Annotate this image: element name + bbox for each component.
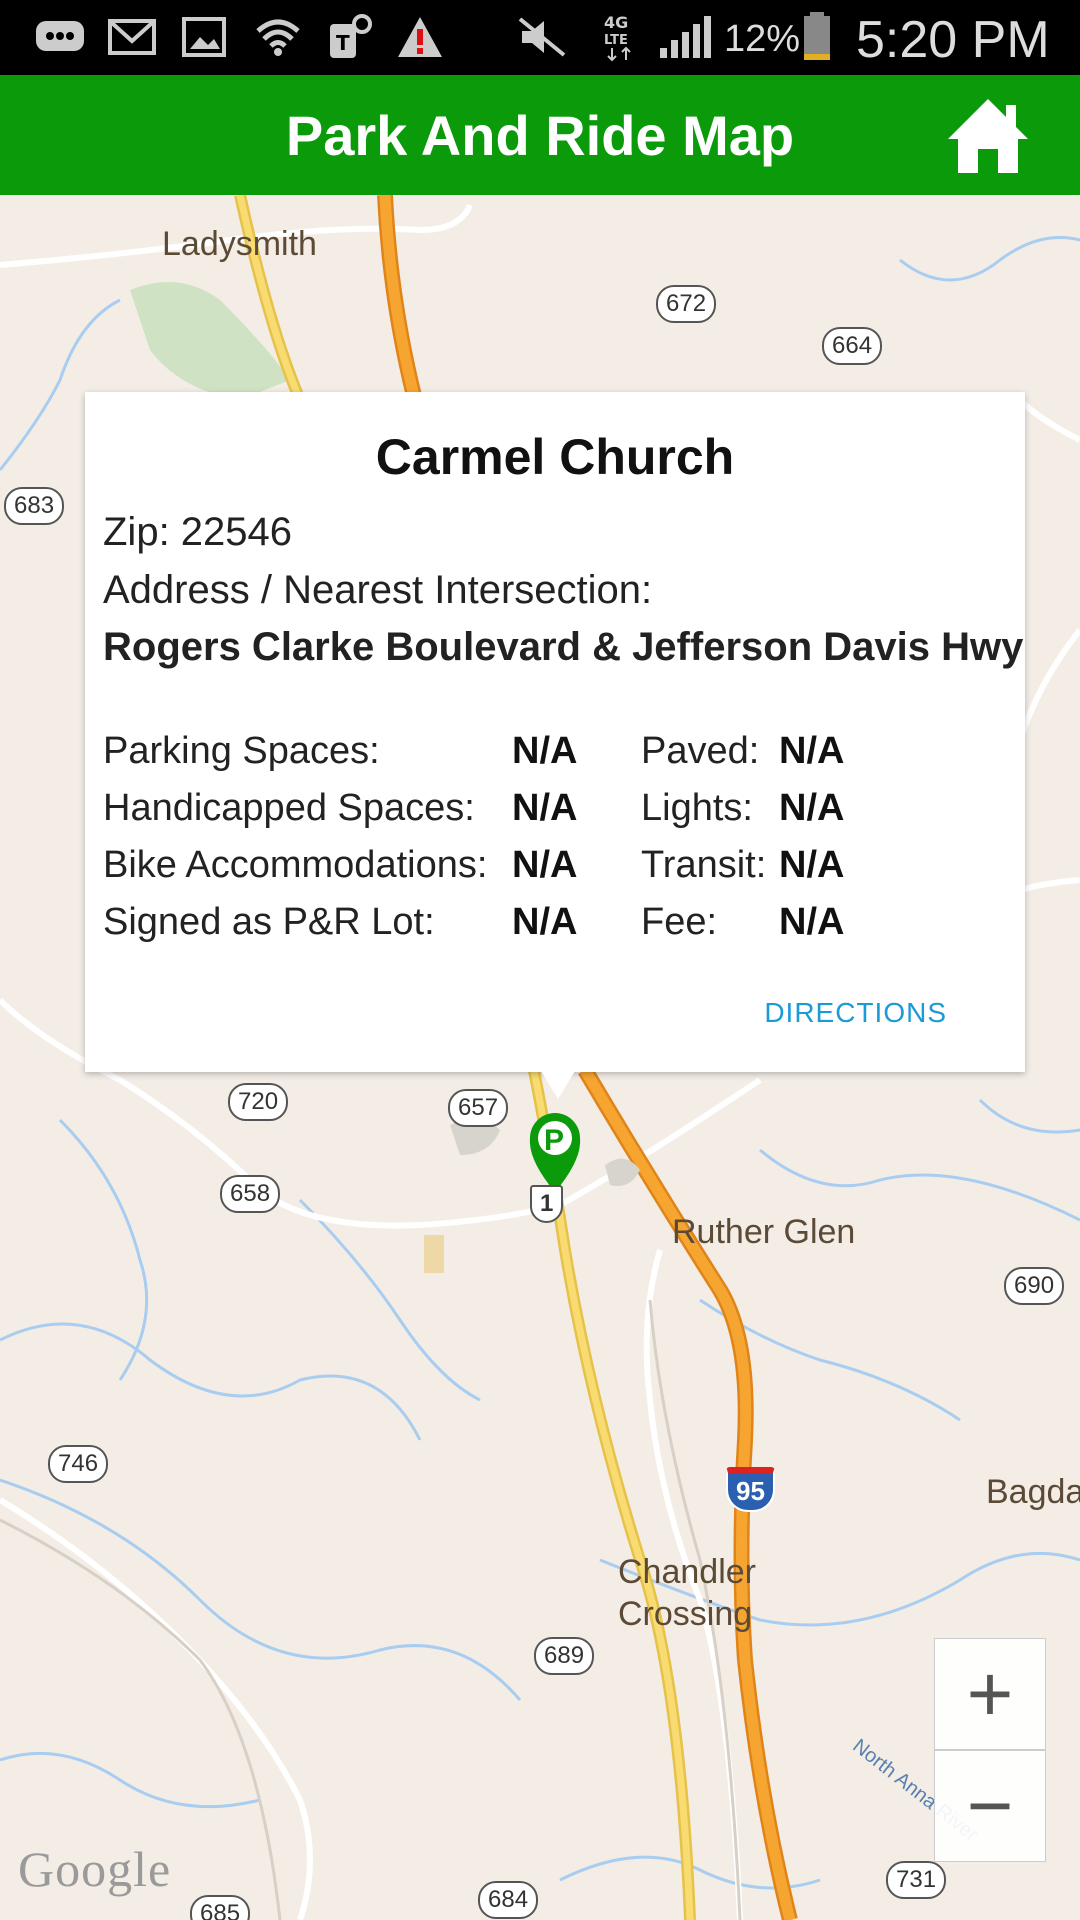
app-bar: Park And Ride Map bbox=[0, 75, 1080, 195]
detail-value: N/A bbox=[779, 844, 845, 886]
route-shield: 672 bbox=[656, 285, 717, 323]
interstate-shield: 95 bbox=[726, 1467, 775, 1512]
signal-icon bbox=[658, 14, 712, 60]
google-attribution: Google bbox=[18, 1841, 172, 1897]
wifi-icon bbox=[254, 14, 302, 60]
place-label: Chandler bbox=[618, 1553, 756, 1591]
tmobile-icon: T bbox=[326, 14, 374, 60]
detail-value: N/A bbox=[779, 730, 845, 772]
place-label: Bagda bbox=[986, 1473, 1080, 1511]
detail-label: Parking Spaces: bbox=[103, 730, 380, 772]
detail-value: N/A bbox=[779, 787, 845, 829]
home-button[interactable] bbox=[946, 95, 1030, 175]
mute-icon bbox=[516, 14, 568, 60]
svg-text:LTE: LTE bbox=[604, 33, 628, 48]
route-shield: 746 bbox=[48, 1445, 109, 1483]
us-route-shield: 1 bbox=[530, 1185, 564, 1223]
detail-label: Handicapped Spaces: bbox=[103, 787, 475, 829]
detail-label: Paved: bbox=[641, 730, 760, 772]
route-shield: 731 bbox=[886, 1861, 947, 1899]
route-shield: 658 bbox=[220, 1175, 281, 1213]
address-value: Rogers Clarke Boulevard & Jefferson Davi… bbox=[103, 625, 1024, 669]
svg-text:T: T bbox=[336, 31, 350, 55]
route-shield: 657 bbox=[448, 1089, 509, 1127]
route-shield: 690 bbox=[1004, 1267, 1065, 1305]
place-label: Ruther Glen bbox=[672, 1213, 856, 1251]
detail-label: Lights: bbox=[641, 787, 753, 829]
route-shield: 685 bbox=[190, 1895, 251, 1920]
directions-link[interactable]: DIRECTIONS bbox=[764, 997, 947, 1029]
battery-icon bbox=[800, 12, 836, 60]
route-shield: 720 bbox=[228, 1083, 289, 1121]
battery-percent: 12% bbox=[724, 18, 801, 60]
info-window-pointer bbox=[541, 1071, 575, 1099]
detail-value: N/A bbox=[512, 844, 578, 886]
detail-value: N/A bbox=[779, 901, 845, 943]
svg-text:4G: 4G bbox=[604, 13, 628, 32]
zip-text: Zip: 22546 bbox=[103, 510, 293, 554]
gmail-icon bbox=[108, 14, 156, 60]
clock: 5:20 PM bbox=[856, 11, 1050, 69]
marker-letter: P bbox=[544, 1124, 564, 1157]
status-bar: T 4G LTE 12% 5:20 PM bbox=[0, 0, 1080, 75]
route-shield: 684 bbox=[478, 1881, 539, 1919]
warning-icon bbox=[396, 14, 444, 60]
address-label: Address / Nearest Intersection: bbox=[103, 568, 653, 612]
gallery-icon bbox=[182, 14, 226, 60]
detail-value: N/A bbox=[512, 787, 578, 829]
zoom-out-button[interactable]: − bbox=[934, 1750, 1046, 1862]
home-icon bbox=[948, 99, 1028, 173]
route-shield: 664 bbox=[822, 327, 883, 365]
zoom-in-button[interactable]: + bbox=[934, 1638, 1046, 1750]
route-shield: 683 bbox=[4, 487, 65, 525]
place-label: Crossing bbox=[618, 1595, 753, 1633]
detail-label: Bike Accommodations: bbox=[103, 844, 488, 886]
location-title: Carmel Church bbox=[375, 429, 735, 485]
detail-label: Fee: bbox=[641, 901, 718, 943]
sms-icon bbox=[34, 14, 86, 60]
detail-value: N/A bbox=[512, 901, 578, 943]
detail-label: Signed as P&R Lot: bbox=[103, 901, 435, 943]
detail-label: Transit: bbox=[641, 844, 767, 886]
page-title: Park And Ride Map bbox=[285, 104, 795, 167]
lte-icon: 4G LTE bbox=[602, 13, 642, 62]
route-shield: 689 bbox=[534, 1637, 595, 1675]
detail-value: N/A bbox=[512, 730, 578, 772]
place-label: Ladysmith bbox=[162, 225, 317, 263]
info-window: Carmel Church Zip: 22546 Address / Neare… bbox=[85, 392, 1025, 1072]
